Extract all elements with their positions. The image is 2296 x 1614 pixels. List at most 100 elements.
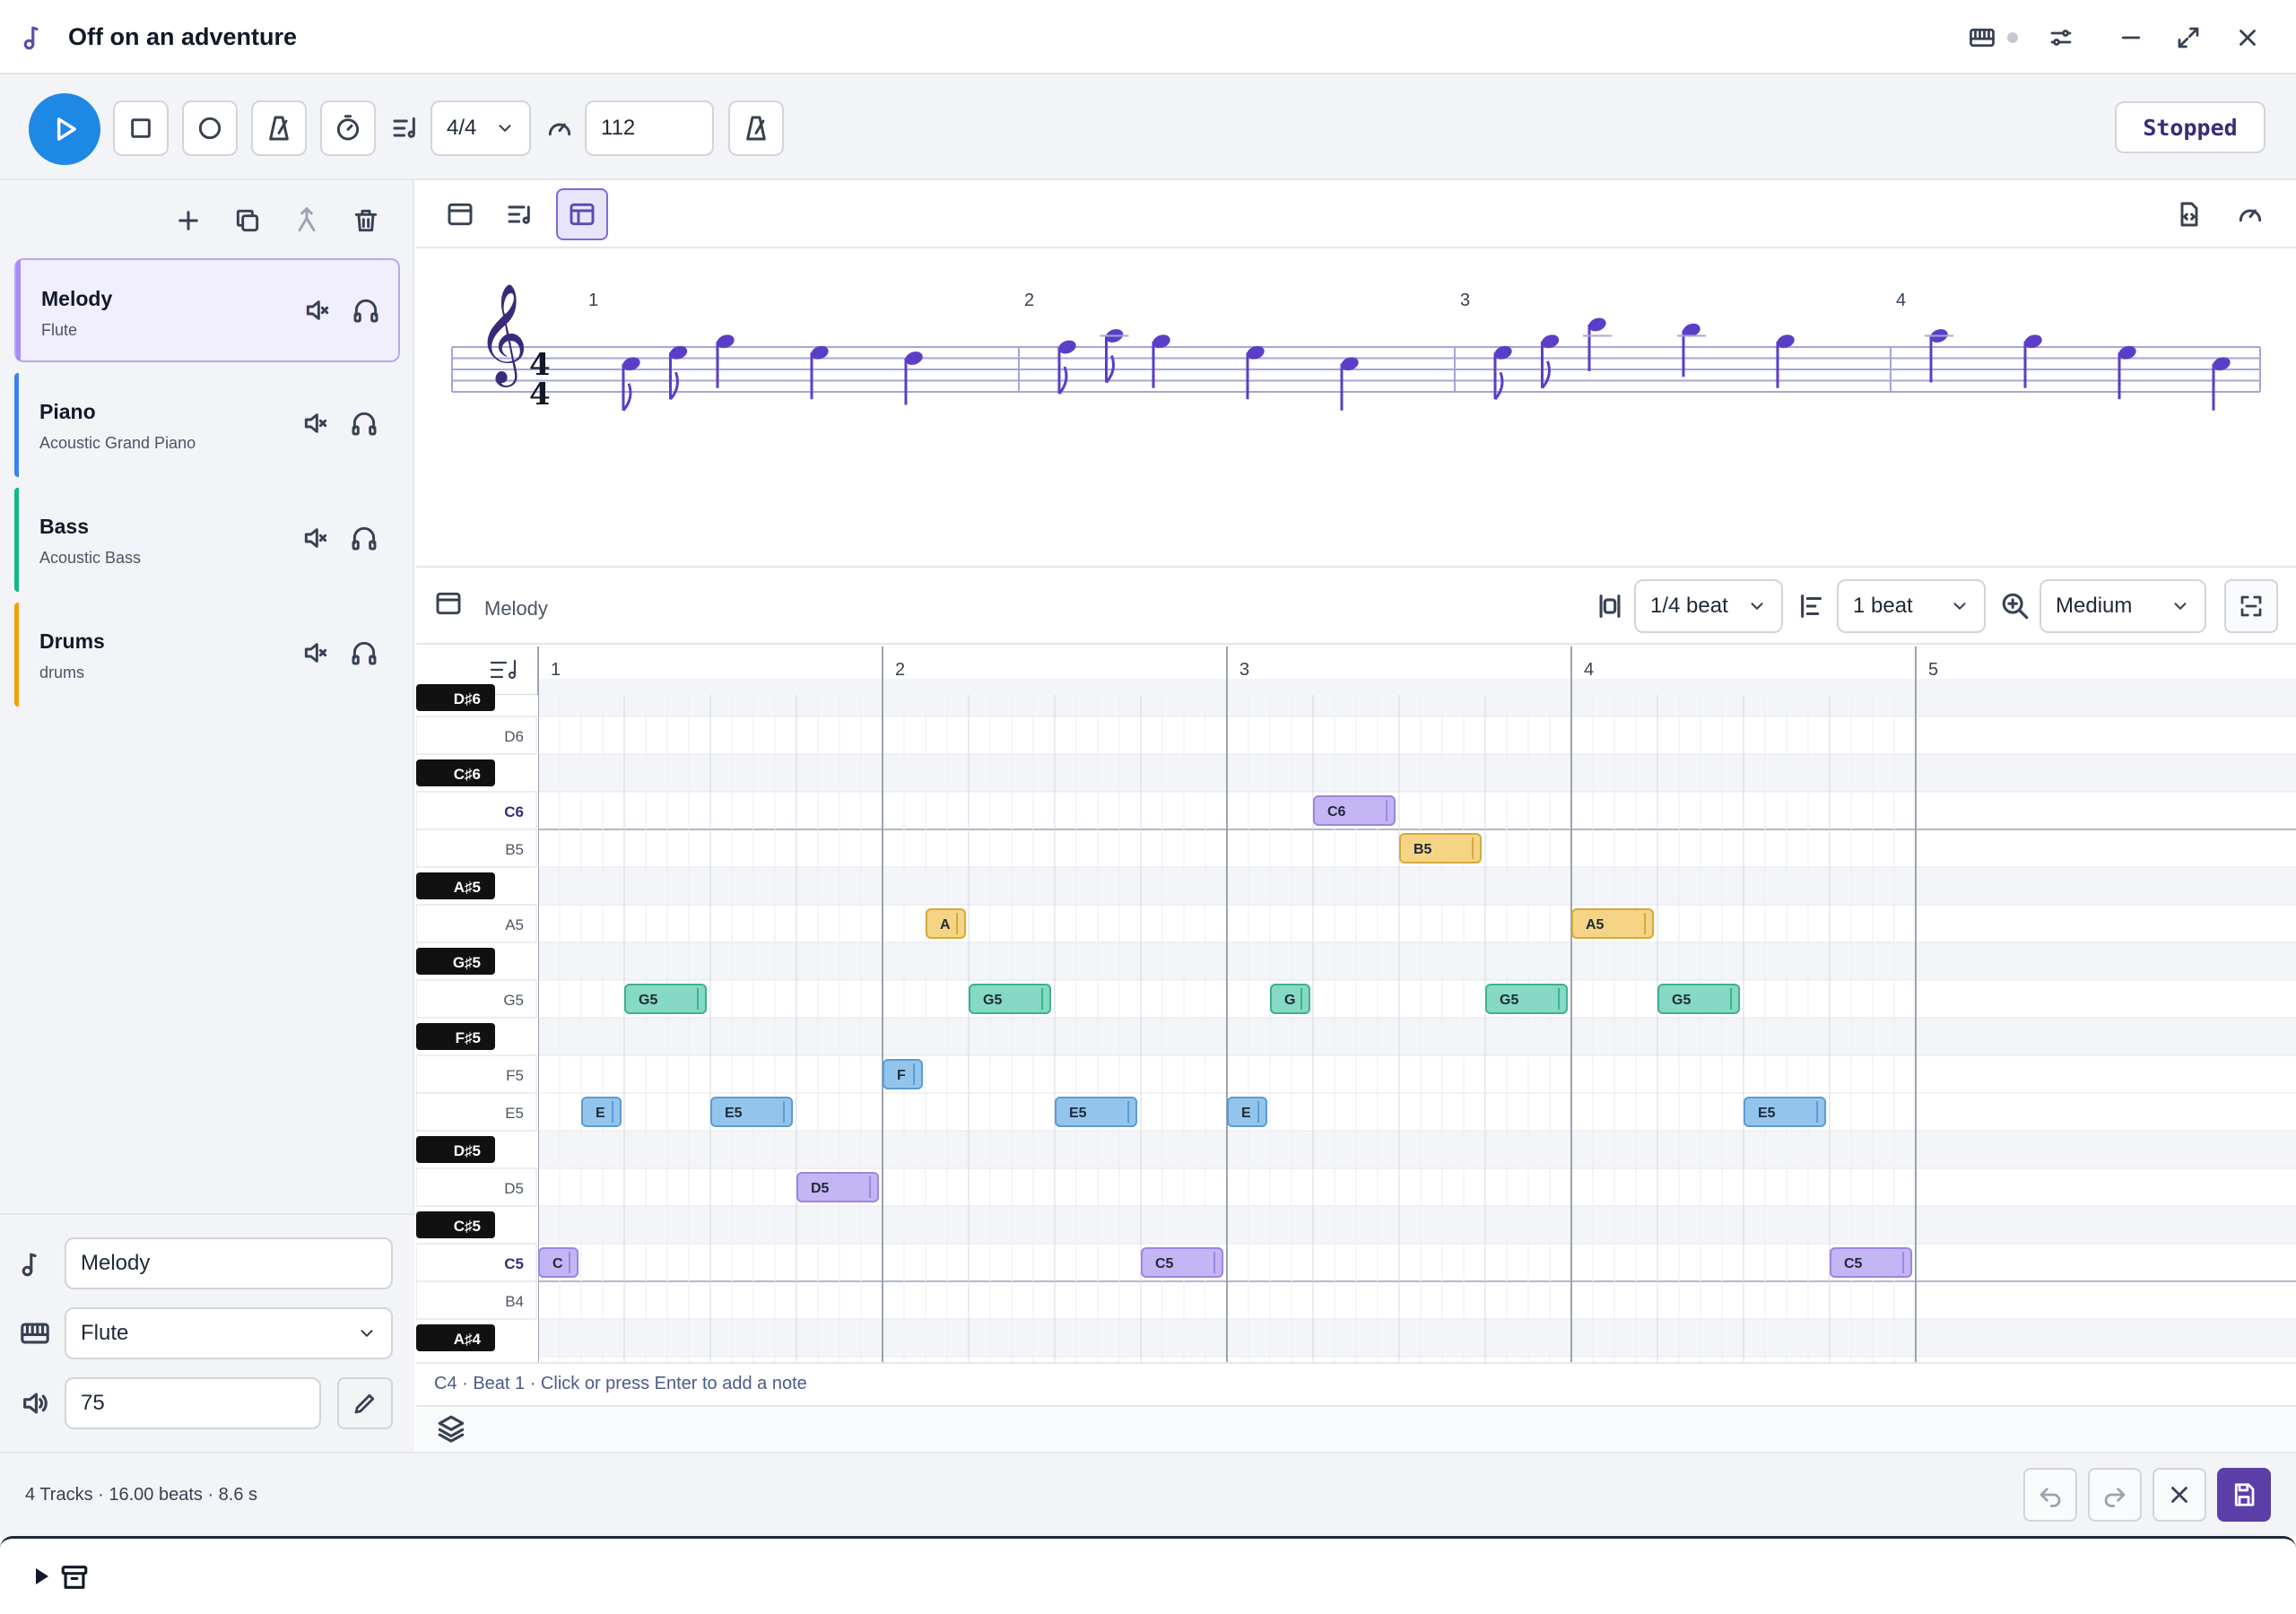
score-staff[interactable]: 𝄞 4 4 1234 [416, 250, 2296, 566]
merge-track-button[interactable] [289, 203, 325, 239]
record-button[interactable] [182, 100, 238, 156]
solo-button[interactable] [350, 524, 378, 552]
roll-note[interactable]: E [1227, 1097, 1268, 1127]
solo-button[interactable] [350, 638, 378, 667]
count-in-button[interactable] [320, 100, 376, 156]
track-card-piano[interactable]: Piano Acoustic Grand Piano [14, 373, 400, 477]
save-button[interactable] [2217, 1468, 2271, 1522]
instrument-select[interactable]: Flute [65, 1307, 393, 1359]
score-note[interactable] [1245, 343, 1266, 400]
mute-button[interactable] [303, 296, 332, 325]
mute-button[interactable] [301, 638, 330, 667]
track-card-bass[interactable]: Bass Acoustic Bass [14, 488, 400, 592]
score-note[interactable] [2211, 355, 2232, 411]
undo-button[interactable] [2023, 1468, 2077, 1522]
add-track-button[interactable] [170, 203, 206, 239]
roll-note[interactable]: C5 [1830, 1247, 1913, 1278]
score-note[interactable] [1775, 333, 1796, 388]
minimize-button[interactable] [2111, 18, 2151, 57]
track-name-input[interactable]: Melody [65, 1237, 393, 1289]
tempo-input[interactable]: 112 [585, 100, 714, 156]
tap-tempo-button[interactable] [728, 100, 784, 156]
track-card-drums[interactable]: Drums drums [14, 603, 400, 707]
layers-button[interactable] [436, 1413, 466, 1444]
delete-track-button[interactable] [348, 203, 384, 239]
export-button[interactable] [2163, 188, 2215, 240]
piano-key[interactable]: F♯5 [416, 1023, 495, 1050]
piano-key[interactable]: C5 [416, 1243, 537, 1282]
score-note[interactable] [1339, 355, 1361, 411]
piano-roll-grid[interactable]: 1 2 3 4 5 D♯6 D6 C♯6 C6 B5 A♯5 A5 G♯5 G5 F♯5 F5 E5 D♯5 D5… [416, 646, 2296, 1362]
piano-key[interactable]: A5 [416, 904, 537, 943]
edit-volume-button[interactable] [337, 1377, 393, 1429]
roll-note[interactable]: F [883, 1059, 924, 1089]
score-note[interactable] [621, 355, 642, 412]
roll-note[interactable]: A5 [1571, 908, 1655, 939]
roll-note[interactable]: B5 [1399, 833, 1483, 863]
stop-button[interactable] [113, 100, 169, 156]
roll-note[interactable]: G5 [1485, 984, 1569, 1014]
score-note[interactable] [2022, 333, 2044, 388]
score-note[interactable] [2117, 343, 2138, 400]
split-view-button[interactable] [556, 188, 608, 240]
roll-note[interactable]: G5 [969, 984, 1052, 1014]
performance-button[interactable] [2224, 188, 2276, 240]
score-view-button[interactable] [494, 188, 546, 240]
piano-key[interactable]: A♯4 [416, 1324, 495, 1351]
piano-key[interactable]: D♯6 [416, 684, 495, 711]
midi-keyboard-button[interactable] [1962, 18, 2002, 57]
roll-note[interactable]: A [926, 908, 967, 939]
score-note[interactable] [1057, 338, 1078, 395]
roll-note[interactable]: C6 [1313, 795, 1396, 826]
roll-note[interactable]: E5 [1055, 1097, 1138, 1127]
settings-sliders-button[interactable] [2041, 18, 2081, 57]
score-note[interactable] [809, 343, 831, 400]
piano-roll-view-button[interactable] [434, 188, 486, 240]
solo-button[interactable] [350, 409, 378, 438]
maximize-button[interactable] [2169, 18, 2208, 57]
piano-key[interactable]: G♯5 [416, 948, 495, 975]
mute-button[interactable] [301, 524, 330, 552]
score-note[interactable] [1677, 321, 1706, 377]
roll-note[interactable]: E5 [1744, 1097, 1827, 1127]
piano-key[interactable]: D6 [416, 716, 537, 755]
piano-key[interactable]: B5 [416, 829, 537, 868]
piano-key[interactable]: D♯5 [416, 1136, 495, 1163]
note-length-select[interactable]: 1 beat [1837, 579, 1986, 633]
score-note[interactable] [1925, 327, 1953, 383]
roll-note[interactable]: D5 [796, 1172, 880, 1202]
roll-note[interactable]: G5 [624, 984, 708, 1014]
score-note[interactable] [1151, 333, 1172, 388]
play-button[interactable] [29, 93, 100, 165]
mute-button[interactable] [301, 409, 330, 438]
score-note[interactable] [1492, 343, 1514, 401]
solo-button[interactable] [352, 296, 380, 325]
snap-select[interactable]: 1/4 beat [1634, 579, 1783, 633]
score-note[interactable] [715, 333, 736, 388]
score-note[interactable] [1583, 316, 1612, 371]
piano-key[interactable]: B4 [416, 1280, 537, 1320]
roll-note[interactable]: C5 [1141, 1247, 1224, 1278]
piano-key[interactable]: C♯6 [416, 759, 495, 786]
redo-button[interactable] [2088, 1468, 2142, 1522]
piano-key[interactable]: A♯5 [416, 872, 495, 899]
track-card-melody[interactable]: Melody Flute [14, 258, 400, 362]
piano-key[interactable]: E5 [416, 1092, 537, 1132]
volume-input[interactable]: 75 [65, 1377, 321, 1429]
zoom-select[interactable]: Medium [2039, 579, 2206, 633]
roll-note[interactable]: G5 [1657, 984, 1741, 1014]
piano-key[interactable]: C6 [416, 791, 537, 830]
roll-note[interactable]: C [538, 1247, 579, 1278]
roll-note[interactable]: E [581, 1097, 622, 1127]
piano-key[interactable]: C♯5 [416, 1211, 495, 1238]
fit-view-button[interactable] [2224, 579, 2278, 633]
archive-button[interactable] [59, 1562, 90, 1592]
piano-key[interactable]: G5 [416, 979, 537, 1019]
score-note[interactable] [903, 350, 925, 405]
metronome-button[interactable] [251, 100, 307, 156]
roll-note[interactable]: E5 [710, 1097, 794, 1127]
score-note[interactable] [1100, 327, 1129, 384]
duplicate-track-button[interactable] [230, 203, 265, 239]
score-note[interactable] [668, 343, 690, 401]
close-button[interactable] [2228, 18, 2267, 57]
